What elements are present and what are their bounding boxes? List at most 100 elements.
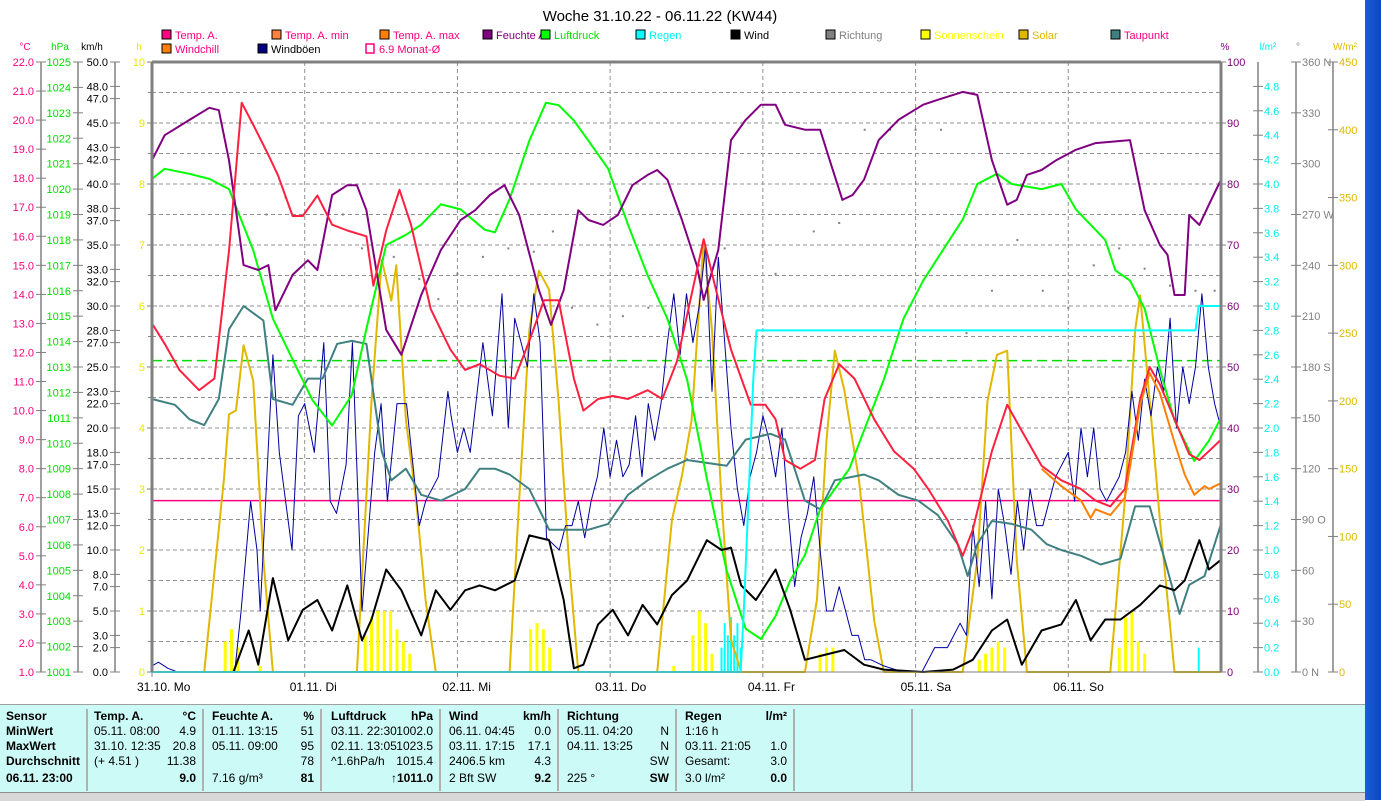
axis-tick-label: 90: [1227, 118, 1239, 130]
stats-value: SW: [649, 754, 669, 768]
axis-tick-label: 1021: [47, 159, 71, 171]
axis-tick-label: 8.0: [93, 569, 108, 581]
axis-tick-label: 60: [1227, 301, 1239, 313]
axis-unit-wind: km/h: [81, 42, 103, 53]
axis-tick-label: 150: [1302, 413, 1320, 425]
direction-point: [507, 247, 510, 250]
stats-value: ↑1011.0: [390, 771, 433, 785]
axis-tick-label: 7: [139, 240, 145, 252]
axis-tick-label: 0.0: [93, 667, 108, 679]
legend: Temp. A. Temp. A. min Temp. A. max Feuchte …: [161, 29, 1169, 56]
axis-tick-label: 1012: [47, 387, 71, 399]
axis-tick-label: 8.0: [19, 464, 34, 476]
stats-value: 1015.4: [396, 754, 433, 768]
stats-col-humidity: Feuchte A.% 01.11. 13:15 51 05.11. 09:00 95 7…: [206, 709, 322, 791]
day-label: 02.11. Mi: [442, 680, 490, 694]
axis-tick-label: 10: [1227, 606, 1239, 618]
stats-value: 81: [300, 771, 314, 785]
day-label: 04.11. Fr: [748, 680, 795, 694]
direction-point: [360, 247, 363, 250]
axis-tick-label: 1017: [47, 260, 71, 272]
legend-swatch: [540, 29, 551, 40]
stats-label: Regen: [685, 709, 722, 723]
axis-tick-label: 11.0: [13, 377, 34, 389]
axis-tick-label: 0.0: [1264, 667, 1279, 679]
axis-tick-label: 1020: [47, 184, 71, 196]
axis-tick-label: 1016: [47, 286, 71, 298]
series-line-taupunkt: [151, 305, 1222, 615]
stats-row: 3.0 l/m² 0.0: [679, 769, 793, 787]
stats-value: 11.38: [166, 754, 196, 768]
axis-tick-label: 4.8: [1264, 81, 1279, 93]
stats-row: ↑1011.0: [325, 769, 439, 787]
axis-tick-label: 16.0: [13, 231, 34, 243]
direction-point: [570, 306, 573, 309]
legend-swatch: [365, 43, 375, 54]
axis-unit-humidity: %: [1221, 42, 1230, 53]
axis-tick-label: 15.0: [87, 484, 108, 496]
stats-value: 1.0: [770, 739, 787, 753]
axis-tick-label: 1014: [47, 337, 71, 349]
axis-tick-label: 2.8: [1264, 325, 1279, 337]
axis-tick-label: 48.0: [87, 81, 108, 93]
axis-tick-label: 2.4: [1264, 374, 1279, 386]
stats-label: 03.11. 22:30: [331, 724, 397, 738]
direction-point: [812, 230, 815, 233]
axis-tick-label: 360 N: [1302, 57, 1331, 69]
stats-value: 0.0: [770, 771, 787, 785]
direction-point: [1213, 289, 1216, 292]
axis-tick-label: 25.0: [87, 362, 108, 374]
stats-row: Gesamt: 3.0: [679, 754, 793, 769]
stats-row: SW: [561, 754, 675, 769]
axis-tick-label: 150: [1339, 464, 1357, 476]
legend-label: Temp. A. max: [393, 30, 460, 42]
direction-point: [551, 230, 554, 233]
avg-label: Durchschnitt: [6, 754, 81, 768]
stats-value: 0.0: [534, 724, 551, 738]
axis-tick-label: 32.0: [87, 277, 108, 289]
axis-tick-label: 1025: [47, 57, 71, 69]
stats-label: Wind: [449, 709, 479, 723]
stats-row: 78: [206, 754, 320, 769]
axis-unit-rain: l/m²: [1260, 42, 1277, 53]
stats-row: 03.11. 17:15 17.1: [443, 739, 557, 754]
stats-col-temp: Temp. A. °C 05.11. 08:00 4.9 31.10. 12:35 20.…: [88, 709, 204, 791]
day-label: 31.10. Mo: [137, 680, 191, 694]
axis-tick-label: 19.0: [13, 144, 34, 156]
direction-point: [990, 289, 993, 292]
stats-row: Regen l/m²: [679, 709, 793, 724]
axis-tick-label: 1006: [47, 540, 71, 552]
legend-label: Regen: [649, 30, 681, 42]
legend-label: Temp. A. min: [285, 30, 349, 42]
axis-tick-label: 80: [1227, 179, 1239, 191]
direction-point: [596, 323, 599, 326]
stats-label: 02.11. 13:05: [331, 739, 397, 753]
series-line-luftdruck: [151, 101, 1222, 640]
axis-tick-label: 3.6: [1264, 228, 1279, 240]
stats-row: 2 Bft SW 9.2: [443, 769, 557, 787]
axis-tick-label: 2: [139, 545, 145, 557]
axis-tick-label: 13.0: [13, 318, 34, 330]
legend-swatch: [161, 29, 172, 40]
chart-title: Woche 31.10.22 - 06.11.22 (KW44): [543, 8, 778, 25]
statistics-panel: Sensor MinWert MaxWert Durchschnitt 06.1…: [0, 704, 1365, 793]
stats-label: 05.11. 08:00: [94, 724, 160, 738]
direction-point: [437, 298, 440, 301]
stats-col-wind: Wind km/h 06.11. 04:45 0.0 03.11. 17:15 17.1 2…: [443, 709, 559, 791]
legend-swatch: [161, 43, 172, 54]
stats-value: 4.9: [179, 724, 196, 738]
axis-tick-label: 10: [133, 57, 145, 69]
axis-tick-label: 1023: [47, 108, 71, 120]
stats-value: km/h: [522, 709, 551, 723]
axis-tick-label: 17.0: [87, 460, 108, 472]
legend-swatch: [1018, 29, 1029, 40]
stats-label: (+ 4.51 ): [94, 754, 140, 768]
axis-tick-label: 1.8: [1264, 447, 1279, 459]
axis-tick-label: 42.0: [87, 155, 108, 167]
legend-swatch: [825, 29, 836, 40]
stats-label: 03.11. 21:05: [685, 739, 751, 753]
axis-tick-label: 0.6: [1264, 594, 1279, 606]
stats-row: 06.11. 04:45 0.0: [443, 724, 557, 739]
axis-tick-label: 1019: [47, 210, 71, 222]
axis-tick-label: 10.0: [13, 406, 34, 418]
